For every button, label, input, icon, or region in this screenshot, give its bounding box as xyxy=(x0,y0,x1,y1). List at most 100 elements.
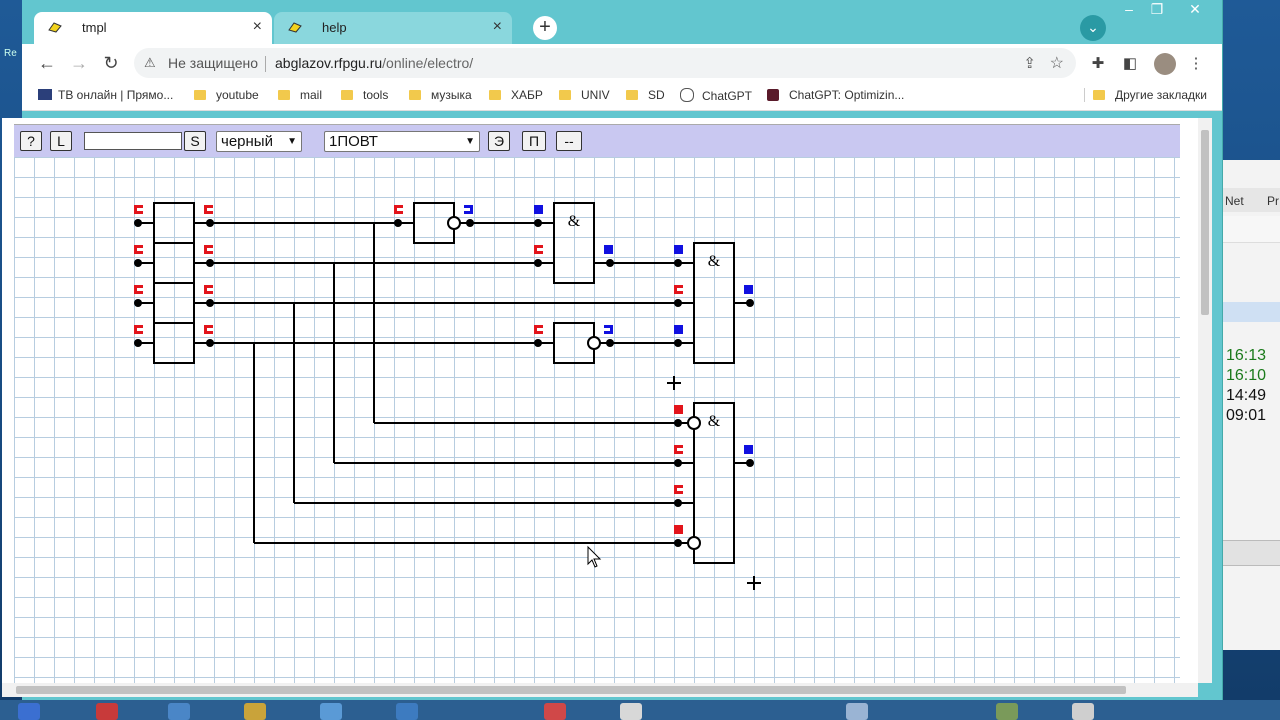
input-state-marker[interactable] xyxy=(204,285,213,294)
pin-dot[interactable] xyxy=(206,259,214,267)
maximize-icon[interactable]: ❐ xyxy=(1144,0,1170,18)
close-window-icon[interactable]: ✕ xyxy=(1182,0,1208,18)
pin-dot[interactable] xyxy=(206,299,214,307)
taskbar-app-icon[interactable] xyxy=(320,703,342,720)
url-text[interactable]: abglazov.rfpgu.ru/online/electro/ xyxy=(275,55,473,71)
forward-arrow-icon[interactable]: → xyxy=(68,52,90,74)
minimize-icon[interactable]: – xyxy=(1116,0,1142,18)
pin-dot[interactable] xyxy=(206,219,214,227)
pin-dot[interactable] xyxy=(674,259,682,267)
input-state-marker[interactable] xyxy=(674,285,683,294)
input-state-marker[interactable] xyxy=(394,205,403,214)
circuit-canvas[interactable]: & & & xyxy=(14,157,1180,683)
side-panel-icon[interactable]: ◧ xyxy=(1120,54,1140,74)
pin-dot[interactable] xyxy=(534,219,542,227)
menu-kebab-icon[interactable]: ⋮ xyxy=(1186,54,1206,74)
bookmark-tv[interactable]: ТВ онлайн | Прямо... xyxy=(38,88,173,102)
reload-icon[interactable]: ↻ xyxy=(100,52,122,74)
vertical-scrollbar[interactable] xyxy=(1198,118,1212,683)
register-cell[interactable] xyxy=(153,282,195,324)
taskbar-app-icon[interactable] xyxy=(996,703,1018,720)
pin-dot[interactable] xyxy=(674,339,682,347)
e-button[interactable]: Э xyxy=(488,131,510,151)
bookmark-music[interactable]: музыка xyxy=(409,88,472,102)
pin-dot[interactable] xyxy=(746,459,754,467)
extensions-puzzle-icon[interactable]: ✚ xyxy=(1088,54,1108,74)
output-state-marker[interactable] xyxy=(604,325,613,334)
bookmark-chatgpt[interactable]: ChatGPT xyxy=(680,88,752,103)
input-state-marker[interactable] xyxy=(134,325,143,334)
close-tab-icon[interactable]: × xyxy=(253,18,262,36)
output-state-marker[interactable] xyxy=(534,205,543,214)
input-state-marker[interactable] xyxy=(204,205,213,214)
input-state-marker[interactable] xyxy=(674,405,683,414)
horizontal-scrollbar[interactable] xyxy=(2,683,1198,697)
pin-dot[interactable] xyxy=(466,219,474,227)
pin-dot[interactable] xyxy=(394,219,402,227)
bookmark-other[interactable]: Другие закладки xyxy=(1084,88,1207,102)
input-state-marker[interactable] xyxy=(204,245,213,254)
input-state-marker[interactable] xyxy=(534,245,543,254)
taskbar-app-icon[interactable] xyxy=(544,703,566,720)
register-cell[interactable] xyxy=(153,202,195,244)
tab-tmpl[interactable]: tmpl × xyxy=(34,12,272,44)
share-icon[interactable]: ⇪ xyxy=(1023,54,1036,72)
pin-dot[interactable] xyxy=(606,339,614,347)
pin-dot[interactable] xyxy=(674,299,682,307)
taskbar-app-icon[interactable] xyxy=(396,703,418,720)
input-state-marker[interactable] xyxy=(674,445,683,454)
pin-dot[interactable] xyxy=(674,419,682,427)
output-state-marker[interactable] xyxy=(604,245,613,254)
bookmark-chatgpt-optimizing[interactable]: ChatGPT: Optimizin... xyxy=(767,88,904,102)
profile-avatar[interactable] xyxy=(1154,53,1176,75)
pin-dot[interactable] xyxy=(134,339,142,347)
save-button[interactable]: S xyxy=(184,131,206,151)
pin-dot[interactable] xyxy=(534,259,542,267)
pin-dot[interactable] xyxy=(134,299,142,307)
taskbar-app-icon[interactable] xyxy=(244,703,266,720)
tab-search-chevron-icon[interactable]: ⌄ xyxy=(1080,15,1106,41)
output-state-marker[interactable] xyxy=(674,245,683,254)
taskbar-app-icon[interactable] xyxy=(1072,703,1094,720)
color-select[interactable]: черный ▼ xyxy=(216,131,302,152)
input-state-marker[interactable] xyxy=(204,325,213,334)
input-state-marker[interactable] xyxy=(134,285,143,294)
close-tab-icon[interactable]: × xyxy=(493,18,502,36)
bookmark-tools[interactable]: tools xyxy=(341,88,388,102)
pin-dot[interactable] xyxy=(134,259,142,267)
scheme-name-input[interactable] xyxy=(84,132,182,150)
output-state-marker[interactable] xyxy=(464,205,473,214)
security-status[interactable]: Не защищено xyxy=(168,55,258,71)
taskbar-app-icon[interactable] xyxy=(168,703,190,720)
pin-dot[interactable] xyxy=(674,459,682,467)
pin-dot[interactable] xyxy=(134,219,142,227)
pin-dot[interactable] xyxy=(606,259,614,267)
address-bar[interactable]: ⚠ Не защищено abglazov.rfpgu.ru/online/e… xyxy=(134,48,1076,78)
pin-dot[interactable] xyxy=(534,339,542,347)
bookmark-mail[interactable]: mail xyxy=(278,88,322,102)
taskbar-app-icon[interactable] xyxy=(846,703,868,720)
pin-dot[interactable] xyxy=(746,299,754,307)
background-menu-item[interactable]: Pr xyxy=(1267,194,1279,208)
scrollbar-thumb[interactable] xyxy=(16,686,1126,694)
input-state-marker[interactable] xyxy=(674,525,683,534)
taskbar-app-icon[interactable] xyxy=(18,703,40,720)
element-type-select[interactable]: 1ПОВТ ▼ xyxy=(324,131,480,152)
output-state-marker[interactable] xyxy=(744,285,753,294)
taskbar-app-icon[interactable] xyxy=(96,703,118,720)
circuit-diagram[interactable]: & & & xyxy=(14,157,1180,683)
taskbar-app-icon[interactable] xyxy=(620,703,642,720)
pin-dot[interactable] xyxy=(674,499,682,507)
output-state-marker[interactable] xyxy=(744,445,753,454)
input-state-marker[interactable] xyxy=(674,485,683,494)
load-button[interactable]: L xyxy=(50,131,72,151)
bookmark-univ[interactable]: UNIV xyxy=(559,88,610,102)
bookmark-star-icon[interactable]: ☆ xyxy=(1050,53,1064,73)
output-state-marker[interactable] xyxy=(674,325,683,334)
pin-dot[interactable] xyxy=(674,539,682,547)
p-button[interactable]: П xyxy=(522,131,546,151)
background-menu-item[interactable]: Net xyxy=(1225,194,1244,208)
scrollbar-thumb[interactable] xyxy=(1201,130,1209,315)
back-arrow-icon[interactable]: ← xyxy=(36,52,58,74)
input-state-marker[interactable] xyxy=(134,245,143,254)
